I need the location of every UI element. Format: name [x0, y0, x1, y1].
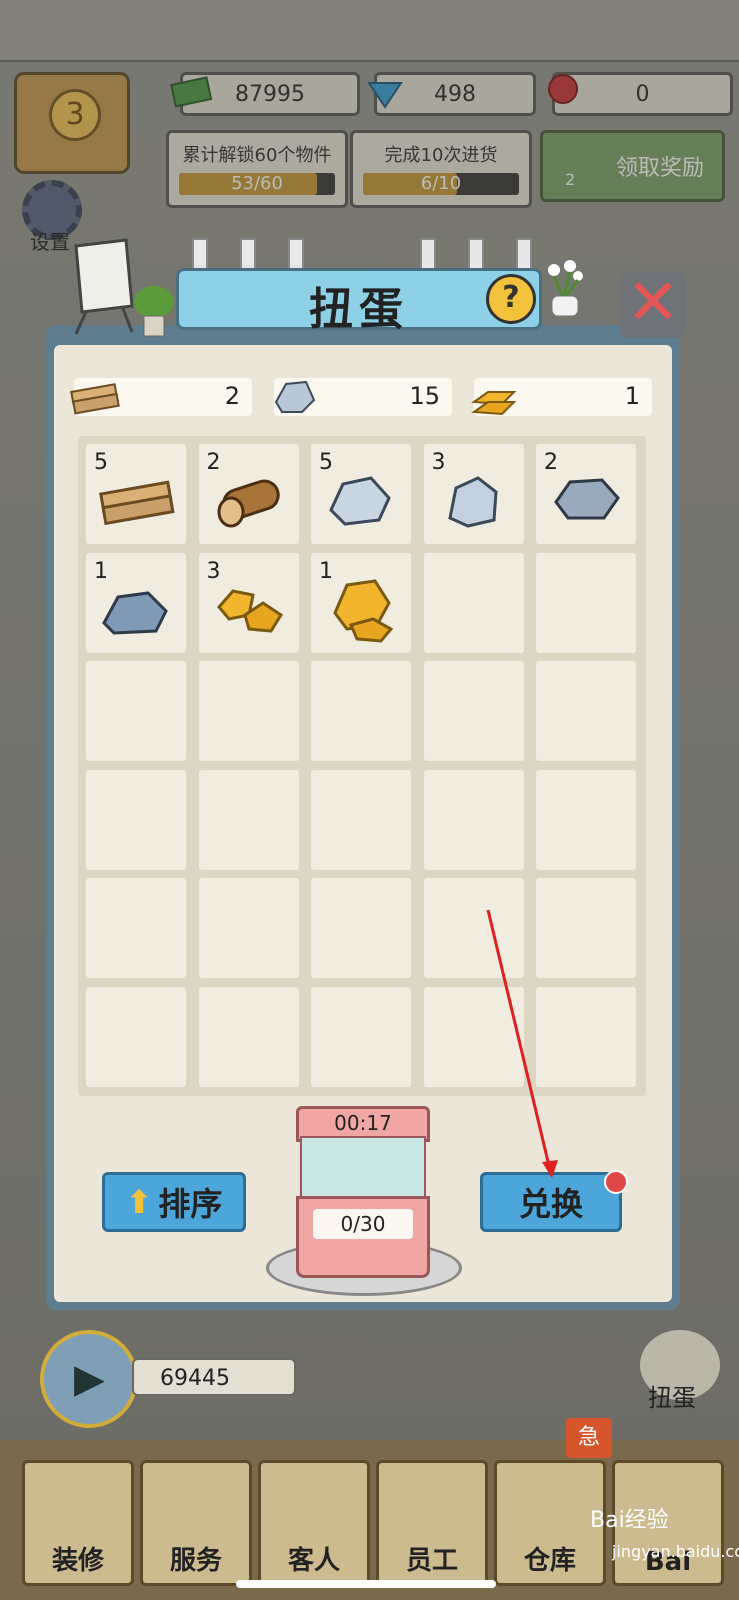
nav-item[interactable]: 服务 — [140, 1460, 252, 1586]
inventory-slot[interactable] — [86, 986, 186, 1087]
exchange-button-label: 兑换 — [518, 1185, 583, 1223]
inventory-slot[interactable] — [198, 661, 299, 761]
inventory-slot[interactable] — [536, 769, 636, 870]
nav-item[interactable]: 装修 — [22, 1460, 134, 1586]
caution-sign-icon — [74, 238, 134, 335]
nav-item-label: 员工 — [405, 1546, 458, 1576]
inventory-slot[interactable]: 3 — [198, 552, 299, 653]
help-button[interactable]: ? — [486, 274, 536, 324]
cash-value: 69445 — [160, 1366, 230, 1391]
gacha-machine[interactable]: 00:17 0/30 — [296, 1106, 430, 1278]
play-icon: ▶ — [74, 1356, 105, 1402]
watermark-brand: Bai经验 — [590, 1508, 669, 1533]
inventory-slot[interactable] — [86, 769, 186, 870]
material-stone: 15 — [274, 378, 452, 416]
home-indicator[interactable] — [236, 1580, 496, 1588]
inventory-slot[interactable]: 1 — [86, 552, 186, 653]
machine-body: 0/30 — [296, 1196, 430, 1278]
inventory-slot[interactable]: 5 — [86, 444, 186, 544]
exchange-button[interactable]: 兑换 — [480, 1172, 622, 1232]
material-stone-value: 15 — [409, 382, 440, 410]
material-wood-value: 2 — [224, 382, 240, 410]
stone-icon — [274, 380, 316, 413]
inventory-slot[interactable] — [86, 661, 186, 761]
sort-button-label: 排序 — [158, 1185, 223, 1223]
silver-stone-icon — [329, 476, 391, 526]
inventory-slot[interactable] — [311, 661, 411, 761]
notification-dot — [604, 1170, 628, 1194]
gold-ore-icon — [333, 578, 394, 643]
inventory-slot[interactable] — [423, 878, 524, 978]
inventory-grid: 52532131 — [78, 436, 646, 1096]
urgent-badge: 急 — [566, 1418, 612, 1458]
inventory-slot[interactable] — [311, 986, 411, 1087]
inventory-slot[interactable] — [198, 986, 299, 1087]
capsule-window — [300, 1136, 426, 1200]
inventory-slot[interactable] — [423, 552, 524, 653]
flower-pot-icon — [548, 260, 583, 317]
inventory-slot[interactable] — [536, 552, 636, 653]
nav-item-label: 仓库 — [523, 1546, 576, 1576]
gold-nuggets-icon — [216, 588, 283, 633]
inventory-slot[interactable] — [423, 769, 524, 870]
cash-counter: 69445 — [132, 1358, 296, 1396]
video-ad-button[interactable]: ▶ — [40, 1330, 138, 1428]
inventory-slot[interactable]: 2 — [198, 444, 299, 544]
wood-plank-icon — [70, 383, 120, 415]
gold-bar-icon — [471, 391, 517, 416]
nav-item-label: 客人 — [287, 1546, 340, 1576]
sort-button[interactable]: ⬆ 排序 — [102, 1172, 246, 1232]
close-button[interactable]: ✕ — [620, 266, 686, 340]
inventory-slot[interactable] — [86, 878, 186, 978]
inventory-slot[interactable] — [423, 661, 524, 761]
nav-item[interactable]: 客人 — [258, 1460, 370, 1586]
watermark-url: jingyan.baidu.com — [612, 1542, 739, 1561]
inventory-slot[interactable] — [536, 661, 636, 761]
inventory-slot[interactable]: 3 — [423, 444, 524, 544]
machine-count: 0/30 — [313, 1209, 413, 1239]
inventory-slot[interactable] — [198, 769, 299, 870]
inventory-slot[interactable] — [423, 986, 524, 1087]
material-gold-value: 1 — [624, 382, 640, 410]
log-icon — [217, 479, 280, 528]
silver-rocks-icon — [447, 476, 498, 528]
inventory-slot[interactable]: 2 — [536, 444, 636, 544]
plank-icon — [99, 480, 175, 526]
nav-item[interactable]: 员工 — [376, 1460, 488, 1586]
gacha-shortcut-label: 扭蛋 — [648, 1384, 696, 1412]
inventory-slot[interactable] — [536, 986, 636, 1087]
inventory-slot[interactable] — [198, 878, 299, 978]
inventory-slot[interactable]: 5 — [311, 444, 411, 544]
inventory-slot[interactable] — [536, 878, 636, 978]
blue-stone-icon — [102, 590, 168, 635]
inventory-slot[interactable] — [311, 769, 411, 870]
material-gold: 1 — [471, 378, 652, 416]
inventory-slot[interactable]: 1 — [311, 552, 411, 653]
arrow-up-icon: ⬆ — [125, 1183, 153, 1221]
material-wood: 2 — [70, 378, 252, 416]
nav-item-label: 装修 — [51, 1546, 104, 1576]
gray-stone-icon — [554, 478, 620, 520]
modal-title: 扭蛋 — [309, 284, 409, 335]
inventory-slot[interactable] — [311, 878, 411, 978]
nav-item-label: 服务 — [169, 1546, 222, 1576]
close-icon: ✕ — [626, 266, 680, 340]
plant-icon — [134, 286, 174, 337]
